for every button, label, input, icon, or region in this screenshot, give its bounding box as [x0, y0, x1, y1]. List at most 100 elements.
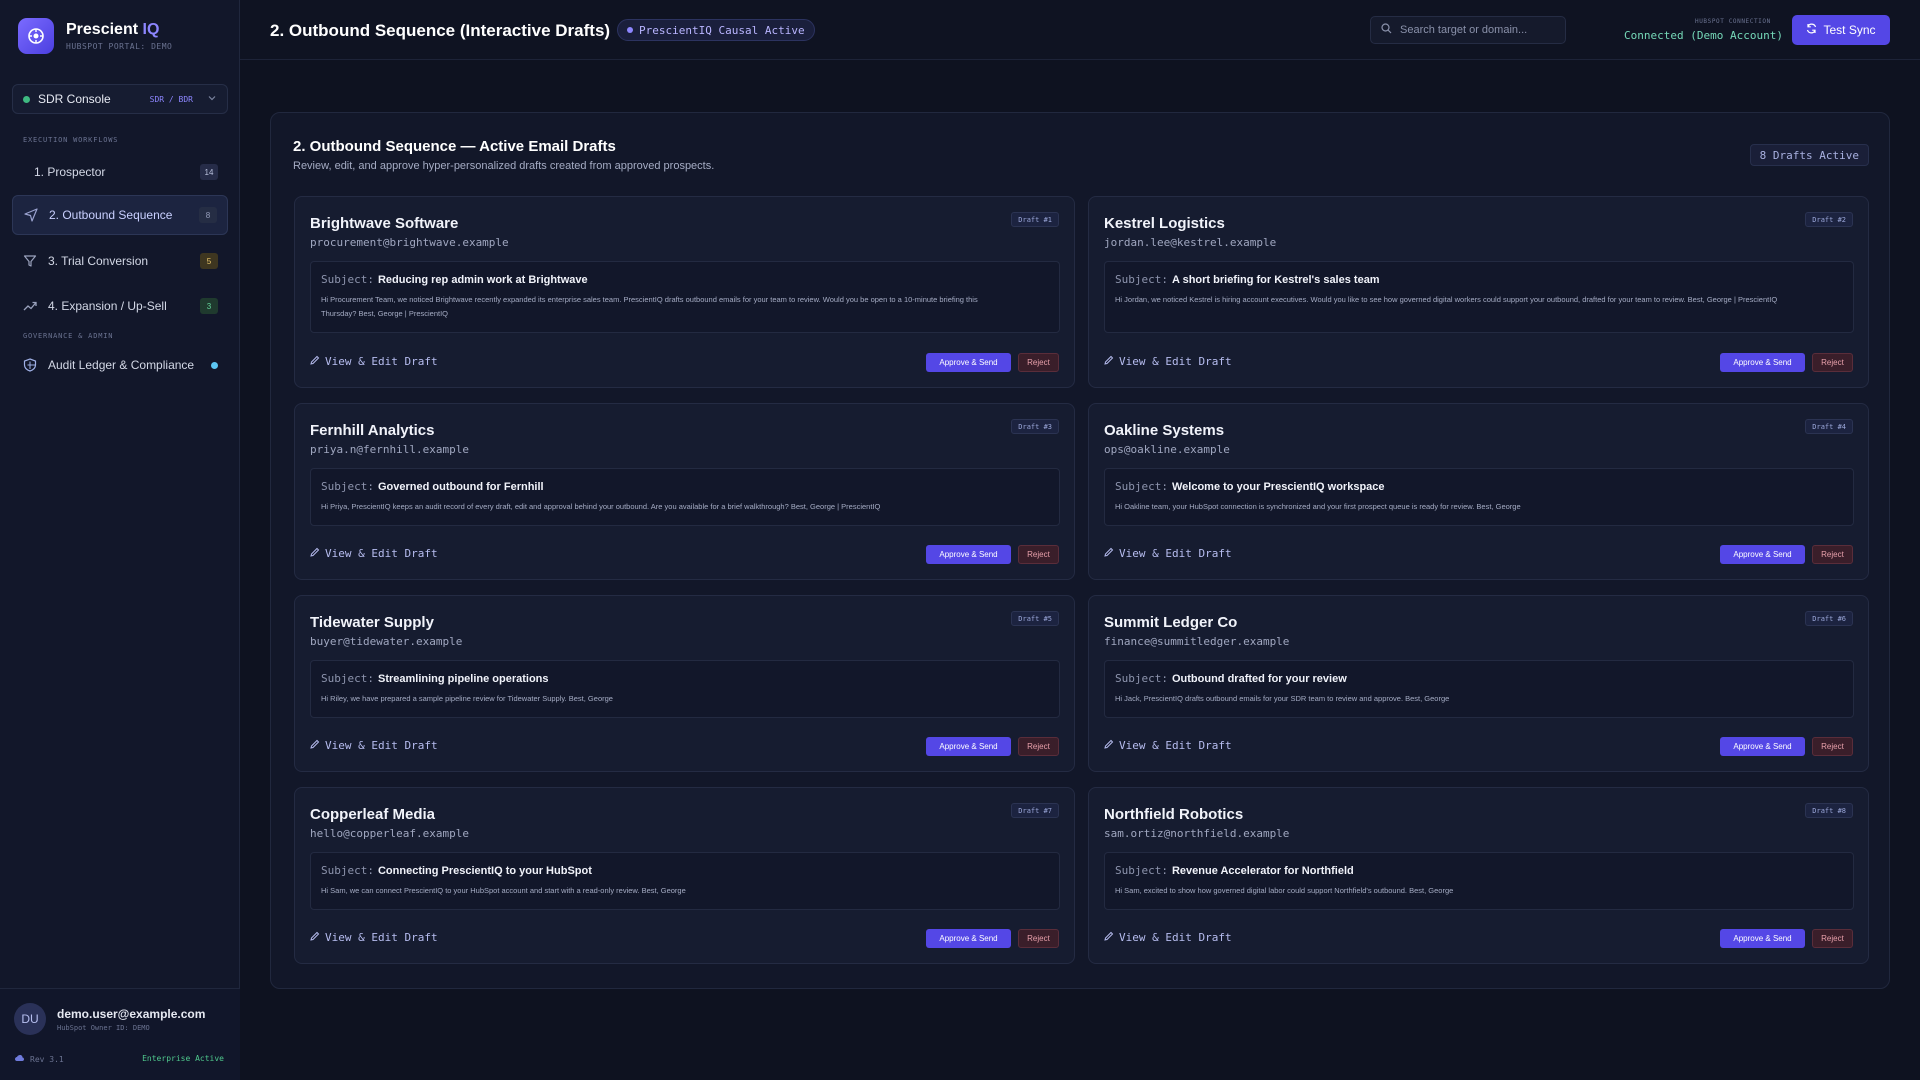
pencil-icon	[1104, 931, 1114, 944]
status-dot	[627, 27, 633, 33]
sidebar-item-expansion[interactable]: 4. Expansion / Up-Sell 3	[12, 286, 228, 326]
sidebar-item-prospector[interactable]: 1. Prospector 14	[12, 152, 228, 192]
sidebar: Prescient IQ HUBSPOT PORTAL: DEMO SDR Co…	[0, 0, 240, 1080]
draft-card: Summit Ledger Co finance@summitledger.ex…	[1088, 595, 1869, 772]
message-preview[interactable]: Subject: Revenue Accelerator for Northfie…	[1104, 852, 1854, 910]
email-body: Hi Jordan, we noticed Kestrel is hiring …	[1115, 295, 1778, 304]
pencil-icon	[310, 931, 320, 944]
message-preview[interactable]: Subject: Governed outbound for Fernhill H…	[310, 468, 1060, 526]
email-body: Hi Priya, PrescientIQ keeps an audit rec…	[321, 502, 881, 511]
email-body: Hi Procurement Team, we noticed Brightwa…	[321, 295, 978, 318]
page-title: 2. Outbound Sequence (Interactive Drafts…	[270, 21, 611, 40]
panel-title: 2. Outbound Sequence — Active Email Draf…	[293, 138, 616, 155]
approve-send-button[interactable]: Approve & Send	[1720, 353, 1805, 372]
approve-send-button[interactable]: Approve & Send	[926, 545, 1011, 564]
count-badge: 14	[200, 164, 218, 180]
search-box[interactable]	[1370, 16, 1566, 44]
reject-button[interactable]: Reject	[1812, 737, 1853, 756]
approve-send-button[interactable]: Approve & Send	[926, 929, 1011, 948]
company-name: Oakline Systems	[1104, 422, 1225, 439]
message-preview[interactable]: Subject: Streamlining pipeline operations…	[310, 660, 1060, 718]
email-body: Hi Sam, excited to show how governed dig…	[1115, 886, 1454, 895]
company-name: Tidewater Supply	[310, 614, 434, 631]
email-subject: Subject: Connecting PrescientIQ to your H…	[321, 864, 592, 877]
search-input[interactable]	[1400, 24, 1550, 36]
sidebar-item-trial-conversion[interactable]: 3. Trial Conversion 5	[12, 241, 228, 281]
causal-status-text: PrescientIQ Causal Active	[639, 23, 805, 37]
company-name: Summit Ledger Co	[1104, 614, 1238, 631]
view-edit-draft-link[interactable]: View & Edit Draft	[1104, 355, 1232, 368]
message-preview[interactable]: Subject: Reducing rep admin work at Brigh…	[310, 261, 1060, 333]
section-label-governance: GOVERNANCE & ADMIN	[23, 332, 114, 340]
approve-send-button[interactable]: Approve & Send	[1720, 737, 1805, 756]
view-edit-draft-link[interactable]: View & Edit Draft	[310, 739, 438, 752]
view-edit-draft-link[interactable]: View & Edit Draft	[1104, 739, 1232, 752]
count-badge: 8	[199, 207, 217, 223]
view-edit-draft-link[interactable]: View & Edit Draft	[1104, 547, 1232, 560]
contact-email: priya.n@fernhill.example	[310, 443, 469, 456]
draft-tag: Draft #1	[1011, 212, 1059, 227]
contact-email: jordan.lee@kestrel.example	[1104, 236, 1277, 249]
console-selector[interactable]: SDR Console SDR / BDR	[12, 84, 228, 114]
drafts-count-badge: 8 Drafts Active	[1749, 144, 1869, 166]
draft-tag: Draft #7	[1011, 803, 1059, 818]
company-name: Fernhill Analytics	[310, 422, 435, 439]
approve-send-button[interactable]: Approve & Send	[926, 737, 1011, 756]
reject-button[interactable]: Reject	[1018, 353, 1059, 372]
reject-button[interactable]: Reject	[1018, 545, 1059, 564]
sidebar-item-label: 3. Trial Conversion	[48, 254, 149, 268]
draft-tag: Draft #8	[1805, 803, 1853, 818]
approve-send-button[interactable]: Approve & Send	[1720, 929, 1805, 948]
pencil-icon	[310, 355, 320, 368]
test-sync-button[interactable]: Test Sync	[1792, 15, 1890, 45]
approve-send-button[interactable]: Approve & Send	[926, 353, 1011, 372]
message-preview[interactable]: Subject: A short briefing for Kestrel's s…	[1104, 261, 1854, 333]
reject-button[interactable]: Reject	[1812, 545, 1853, 564]
draft-card: Tidewater Supply buyer@tidewater.example…	[294, 595, 1075, 772]
draft-card: Northfield Robotics sam.ortiz@northfield…	[1088, 787, 1869, 964]
brand-logo-icon	[18, 18, 54, 54]
approve-send-button[interactable]: Approve & Send	[1720, 545, 1805, 564]
draft-tag: Draft #2	[1805, 212, 1853, 227]
message-preview[interactable]: Subject: Outbound drafted for your review…	[1104, 660, 1854, 718]
draft-card: Copperleaf Media hello@copperleaf.exampl…	[294, 787, 1075, 964]
hubspot-connection-label: HUBSPOT CONNECTION	[1695, 18, 1771, 25]
message-preview[interactable]: Subject: Welcome to your PrescientIQ work…	[1104, 468, 1854, 526]
pencil-icon	[1104, 739, 1114, 752]
view-edit-draft-link[interactable]: View & Edit Draft	[1104, 931, 1232, 944]
reject-button[interactable]: Reject	[1812, 929, 1853, 948]
draft-tag: Draft #3	[1011, 419, 1059, 434]
view-edit-draft-link[interactable]: View & Edit Draft	[310, 931, 438, 944]
count-badge: 5	[200, 253, 218, 269]
version-text: Rev 3.1	[30, 1054, 64, 1064]
sidebar-item-audit-ledger[interactable]: Audit Ledger & Compliance	[12, 345, 228, 385]
reject-button[interactable]: Reject	[1018, 737, 1059, 756]
view-edit-draft-link[interactable]: View & Edit Draft	[310, 355, 438, 368]
email-subject: Subject: A short briefing for Kestrel's s…	[1115, 273, 1380, 286]
reject-button[interactable]: Reject	[1018, 929, 1059, 948]
company-name: Copperleaf Media	[310, 806, 436, 823]
brand[interactable]: Prescient IQ HUBSPOT PORTAL: DEMO	[18, 18, 172, 54]
draft-tag: Draft #4	[1805, 419, 1853, 434]
section-label-workflows: EXECUTION WORKFLOWS	[23, 136, 119, 144]
reject-button[interactable]: Reject	[1812, 353, 1853, 372]
email-subject: Subject: Governed outbound for Fernhill	[321, 480, 544, 493]
sidebar-item-outbound-sequence[interactable]: 2. Outbound Sequence 8	[12, 195, 228, 235]
test-sync-label: Test Sync	[1823, 23, 1876, 37]
refresh-icon	[1806, 23, 1817, 37]
view-edit-draft-link[interactable]: View & Edit Draft	[310, 547, 438, 560]
cloud-icon	[14, 1054, 25, 1064]
search-icon	[1381, 21, 1392, 39]
shield-icon	[22, 357, 38, 373]
contact-email: sam.ortiz@northfield.example	[1104, 827, 1290, 840]
user-panel[interactable]: DU demo.user@example.com HubSpot Owner I…	[0, 988, 240, 1080]
status-dot	[23, 95, 30, 103]
email-body: Hi Sam, we can connect PrescientIQ to yo…	[321, 886, 686, 895]
contact-email: hello@copperleaf.example	[310, 827, 469, 840]
sidebar-item-label: Audit Ledger & Compliance	[48, 358, 195, 372]
message-preview[interactable]: Subject: Connecting PrescientIQ to your H…	[310, 852, 1060, 910]
portal-label: HUBSPOT PORTAL: DEMO	[66, 42, 173, 51]
company-name: Northfield Robotics	[1104, 806, 1244, 823]
status-dot	[211, 361, 218, 369]
pencil-icon	[310, 739, 320, 752]
